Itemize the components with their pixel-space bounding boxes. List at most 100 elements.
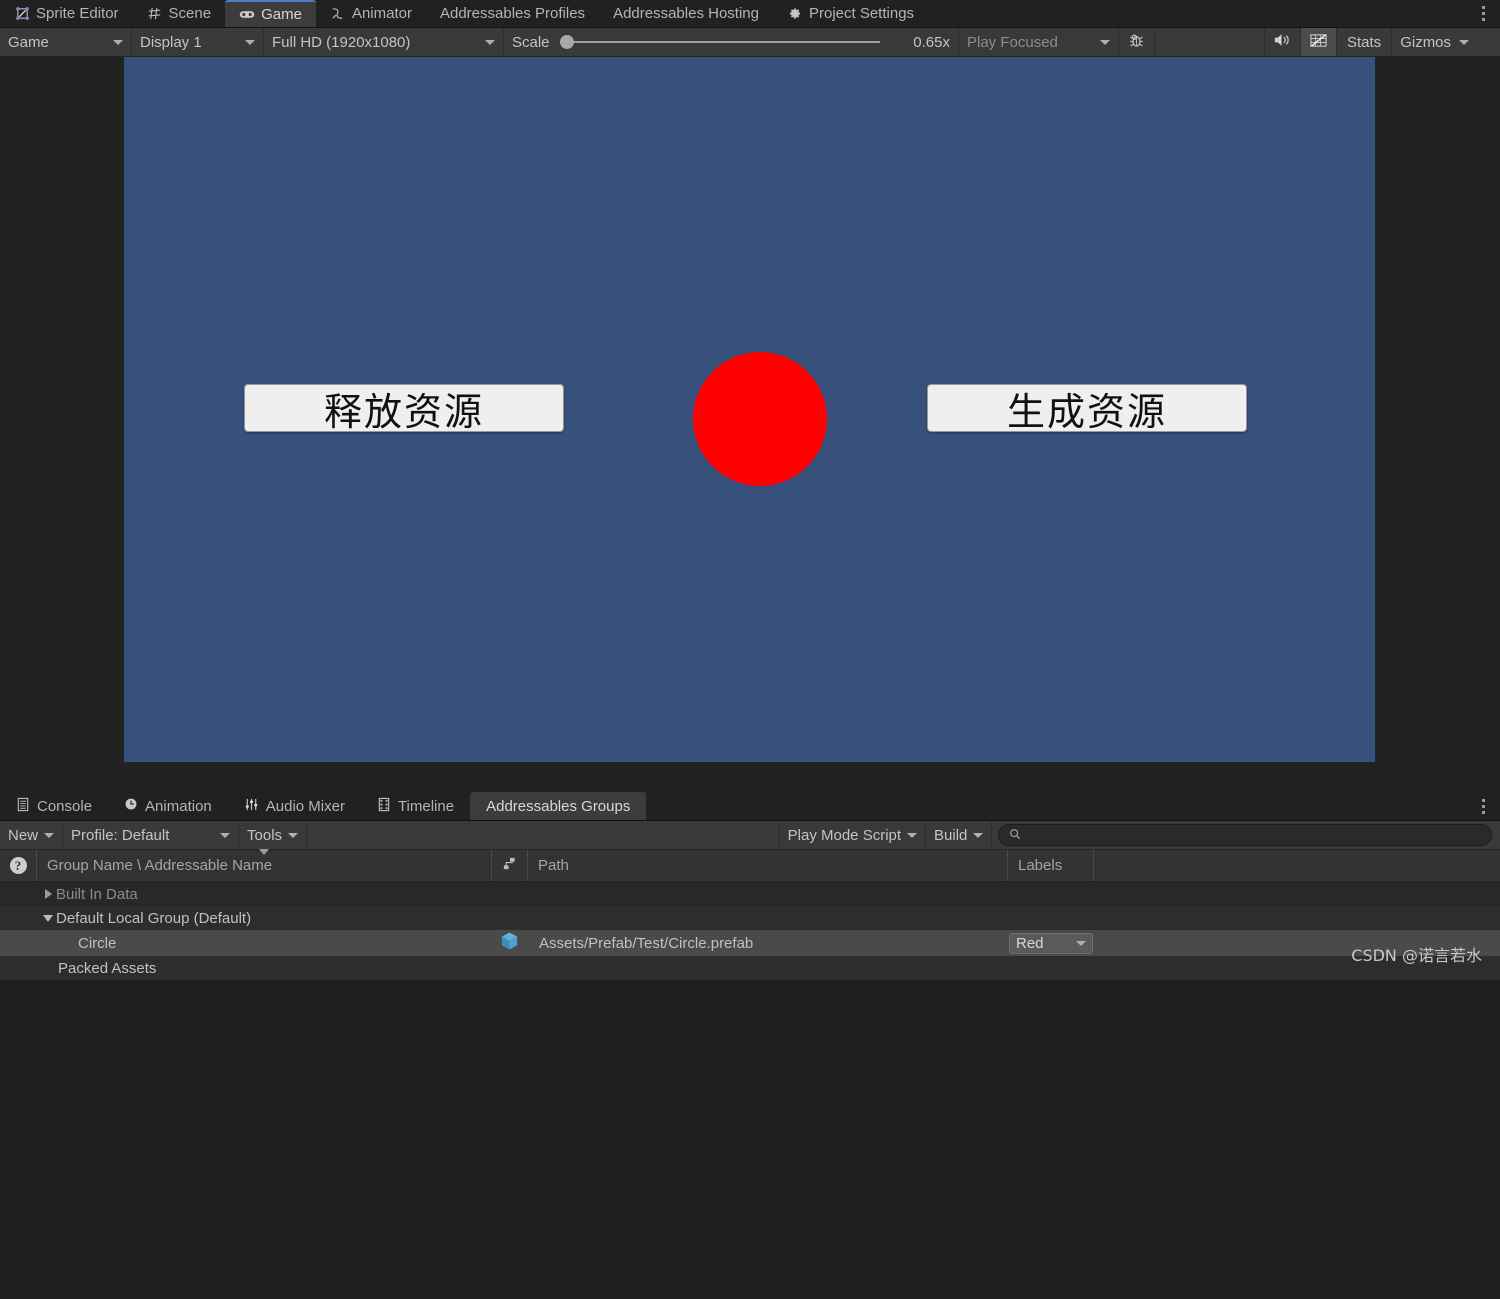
search-input[interactable] (998, 824, 1493, 846)
tab-timeline[interactable]: Timeline (361, 792, 470, 820)
tab-animator[interactable]: Animator (316, 0, 426, 27)
tab-scene[interactable]: Scene (133, 0, 226, 27)
tab-project-settings[interactable]: Project Settings (773, 0, 928, 27)
gizmos-grid-toggle-button[interactable] (1301, 28, 1337, 56)
chevron-down-icon (485, 39, 495, 45)
top-tab-bar: Sprite Editor Scene Game Animator Addres… (0, 0, 1500, 28)
play-mode-script-label: Play Mode Script (787, 826, 902, 844)
tab-game[interactable]: Game (225, 0, 316, 27)
chevron-down-icon (113, 39, 123, 45)
play-focus-dropdown[interactable]: Play Focused (959, 28, 1119, 56)
column-header-path[interactable]: Path (527, 850, 1007, 881)
window-menu-kebab-icon[interactable] (1466, 0, 1500, 27)
chevron-down-icon (973, 832, 984, 838)
unity-editor-window: Sprite Editor Scene Game Animator Addres… (0, 0, 1500, 1299)
release-resource-button[interactable]: 释放资源 (244, 384, 564, 434)
mute-audio-button[interactable] (1265, 28, 1301, 56)
watermark-text: CSDN @诺言若水 (1351, 946, 1482, 965)
column-label: Group Name \ Addressable Name (47, 857, 273, 874)
view-mode-dropdown[interactable]: Game (0, 28, 132, 56)
chevron-down-icon (288, 832, 299, 838)
table-row[interactable]: Default Local Group (Default) (0, 906, 1500, 930)
play-focus-value: Play Focused (967, 33, 1058, 51)
column-header-filler (1093, 850, 1500, 881)
new-group-dropdown[interactable]: New (0, 821, 64, 849)
tools-dropdown[interactable]: Tools (239, 821, 308, 849)
display-dropdown[interactable]: Display 1 (132, 28, 264, 56)
column-header-type[interactable] (491, 850, 527, 881)
column-header-group-name[interactable]: Group Name \ Addressable Name (36, 849, 491, 881)
table-row[interactable]: Packed Assets (0, 956, 1500, 980)
profile-dropdown[interactable]: Profile: Default (63, 821, 240, 849)
display-value: Display 1 (140, 33, 202, 51)
tabbar-spacer (928, 0, 1466, 27)
table-row[interactable]: Circle Assets/Prefab/Test/Circle.prefab (0, 930, 1500, 956)
stats-label: Stats (1347, 33, 1382, 51)
bug-icon (1128, 32, 1145, 53)
row-labels-cell[interactable]: Red (1007, 930, 1093, 956)
row-name-label: Built In Data (56, 885, 138, 903)
column-label: Labels (1018, 857, 1063, 874)
animation-clock-icon (124, 797, 138, 815)
aspect-value: Full HD (1920x1080) (272, 33, 411, 51)
stats-button[interactable]: Stats (1337, 28, 1393, 56)
console-icon (16, 797, 30, 816)
scale-label: Scale (512, 33, 550, 51)
gizmos-dropdown[interactable]: Gizmos (1392, 28, 1477, 56)
new-label: New (8, 826, 39, 844)
tab-console[interactable]: Console (0, 792, 108, 820)
game-view[interactable]: 释放资源 生成资源 (0, 57, 1500, 792)
row-name-cell[interactable]: Built In Data (0, 882, 491, 906)
tab-label: Animation (145, 797, 212, 815)
game-render-canvas[interactable]: 释放资源 生成资源 (124, 57, 1375, 762)
tab-animation[interactable]: Animation (108, 792, 228, 820)
labels-dropdown[interactable]: Red (1009, 932, 1093, 954)
row-name-cell[interactable]: Circle (0, 930, 491, 956)
help-icon[interactable]: ? (9, 857, 27, 874)
tab-sprite-editor[interactable]: Sprite Editor (0, 0, 133, 27)
tab-label: Scene (168, 5, 212, 22)
tab-label: Addressables Hosting (613, 5, 759, 22)
chevron-down-icon[interactable] (40, 914, 56, 922)
toolbar-blank-space (1155, 28, 1265, 56)
tab-addressables-groups[interactable]: Addressables Groups (470, 792, 647, 820)
table-row[interactable]: Built In Data (0, 882, 1500, 906)
gamepad-icon (239, 7, 255, 23)
chevron-right-icon[interactable] (40, 889, 56, 899)
chevron-down-icon (1459, 39, 1470, 45)
speaker-icon (1273, 32, 1292, 52)
column-header-labels[interactable]: Labels (1007, 850, 1093, 881)
panel-menu-kebab-icon[interactable] (1466, 792, 1500, 820)
scale-slider-handle[interactable] (559, 35, 574, 49)
tab-label: Animator (351, 5, 412, 22)
addressables-groups-panel: Console Animation Audio Mixer Timeline A… (0, 792, 1500, 980)
tab-addressables-hosting[interactable]: Addressables Hosting (599, 0, 773, 27)
bottom-tab-bar: Console Animation Audio Mixer Timeline A… (0, 792, 1500, 821)
scale-slider-group[interactable]: Scale 0.65x (504, 28, 959, 56)
spawn-resource-button[interactable]: 生成资源 (927, 384, 1247, 434)
row-path-cell (527, 882, 1007, 906)
tab-addressables-profiles[interactable]: Addressables Profiles (426, 0, 599, 27)
help-column-header[interactable]: ? (0, 850, 36, 881)
row-name-cell[interactable]: Default Local Group (Default) (0, 906, 491, 930)
row-name-cell[interactable]: Packed Assets (0, 956, 491, 980)
row-path-cell (527, 956, 1007, 980)
asset-type-icon (502, 856, 517, 875)
tab-label: Timeline (397, 797, 455, 815)
scale-slider[interactable] (559, 35, 880, 49)
game-view-toolbar: Game Display 1 Full HD (1920x1080) Scale… (0, 28, 1500, 57)
build-dropdown[interactable]: Build (926, 821, 993, 849)
addressables-toolbar: New Profile: Default Tools Play Mode Scr… (0, 821, 1500, 850)
aspect-ratio-dropdown[interactable]: Full HD (1920x1080) (264, 28, 504, 56)
build-label: Build (934, 826, 968, 844)
addressables-table-header: ? Group Name \ Addressable Name Path Lab… (0, 849, 1500, 882)
debug-toggle-button[interactable] (1119, 28, 1155, 56)
row-type-icon-cell (491, 931, 527, 955)
timeline-icon (377, 797, 391, 816)
bottom-tabbar-spacer (646, 792, 1466, 820)
tab-label: Console (37, 797, 93, 815)
search-icon (1009, 828, 1021, 843)
addressables-table-body: Built In Data Default Local Group (Defau… (0, 882, 1500, 980)
tab-audio-mixer[interactable]: Audio Mixer (228, 792, 361, 820)
play-mode-script-dropdown[interactable]: Play Mode Script (780, 821, 927, 849)
